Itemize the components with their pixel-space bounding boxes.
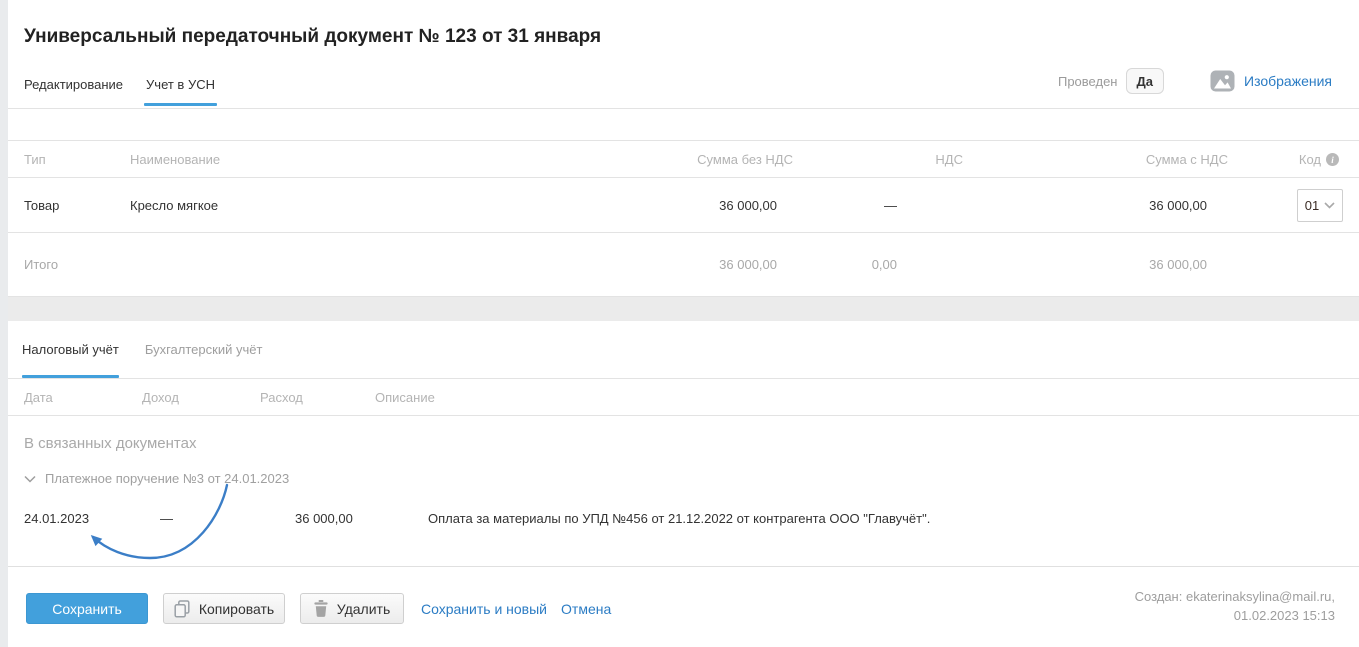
linked-doc-group-label: Платежное поручение №3 от 24.01.2023 <box>45 471 290 486</box>
item-name: Кресло мягкое <box>130 197 219 213</box>
col-sum-no-vat: Сумма без НДС <box>697 151 793 167</box>
accounting-body: В связанных документах Платежное поручен… <box>8 416 1359 566</box>
row-date: 24.01.2023 <box>24 511 90 526</box>
images-icon <box>1210 70 1235 92</box>
row-description: Оплата за материалы по УПД №456 от 21.12… <box>428 511 931 526</box>
col-type: Тип <box>24 151 46 167</box>
items-total-row: Итого 36 000,00 0,00 36 000,00 <box>8 233 1359 297</box>
item-vat: — <box>884 197 897 213</box>
tab-usn-accounting[interactable]: Учет в УСН <box>144 77 217 108</box>
created-datetime: 01.02.2023 15:13 <box>1233 608 1335 623</box>
footer-buttons: Сохранить Копировать Удалить Сохранить и… <box>26 593 611 624</box>
linked-docs-title: В связанных документах <box>24 435 197 452</box>
document-tabs: Редактирование Учет в УСН <box>24 77 217 108</box>
code-dropdown[interactable]: 01 <box>1297 188 1343 222</box>
linked-doc-group-toggle[interactable]: Платежное поручение №3 от 24.01.2023 <box>24 471 289 486</box>
item-code-cell: 01 <box>1228 188 1343 222</box>
row-income: — <box>160 511 173 526</box>
col-code: Код i <box>1228 152 1343 167</box>
tab-book-accounting[interactable]: Бухгалтерский учёт <box>145 321 263 378</box>
trash-icon <box>314 600 328 617</box>
chevron-down-icon <box>24 475 36 483</box>
page-title: Универсальный передаточный документ № 12… <box>24 26 602 47</box>
total-vat: 0,00 <box>871 257 897 272</box>
save-button[interactable]: Сохранить <box>26 593 148 624</box>
images-link-label: Изображения <box>1244 73 1332 89</box>
tab-editing[interactable]: Редактирование <box>24 77 123 108</box>
total-sum-no-vat: 36 000,00 <box>719 257 777 272</box>
images-link[interactable]: Изображения <box>1210 70 1332 92</box>
info-icon[interactable]: i <box>1326 153 1339 166</box>
document-page: Универсальный передаточный документ № 12… <box>8 0 1359 647</box>
total-sum-with-vat: 36 000,00 <box>1149 257 1207 272</box>
item-type: Товар <box>24 197 60 213</box>
col-description: Описание <box>375 389 435 405</box>
col-vat: НДС <box>935 151 963 167</box>
accounting-tabs: Налоговый учёт Бухгалтерский учёт <box>8 321 1359 379</box>
action-bar: Сохранить Копировать Удалить Сохранить и… <box>8 566 1359 647</box>
delete-button[interactable]: Удалить <box>300 593 404 624</box>
copy-button[interactable]: Копировать <box>163 593 285 624</box>
code-dropdown-value: 01 <box>1304 197 1320 213</box>
item-sum-with-vat: 36 000,00 <box>1149 197 1207 213</box>
item-row: Товар Кресло мягкое 36 000,00 — 36 000,0… <box>8 178 1359 233</box>
chevron-down-icon <box>1324 201 1335 209</box>
created-author: Создан: ekaterinaksylina@mail.ru, <box>1134 589 1335 604</box>
posted-toggle[interactable]: Да <box>1125 68 1164 94</box>
col-expense: Расход <box>260 389 303 405</box>
created-info: Создан: ekaterinaksylina@mail.ru, 01.02.… <box>1135 587 1335 625</box>
col-date: Дата <box>24 389 53 405</box>
save-and-new-link[interactable]: Сохранить и новый <box>421 601 547 617</box>
document-header: Универсальный передаточный документ № 12… <box>8 0 1359 109</box>
accounting-table-header: Дата Доход Расход Описание <box>8 379 1359 416</box>
cancel-link[interactable]: Отмена <box>561 601 611 617</box>
delete-button-label: Удалить <box>336 600 391 617</box>
posted-label: Проведен <box>1057 73 1118 89</box>
total-label: Итого <box>24 257 59 272</box>
header-actions: Проведен Да Изображения <box>1058 68 1332 94</box>
copy-icon <box>174 599 190 618</box>
row-expense: 36 000,00 <box>295 511 353 526</box>
section-divider <box>8 297 1359 321</box>
item-sum-no-vat: 36 000,00 <box>719 197 777 213</box>
col-income: Доход <box>142 389 179 405</box>
col-name: Наименование <box>130 151 221 167</box>
items-table-header: Тип Наименование Сумма без НДС НДС Сумма… <box>8 140 1359 178</box>
accounting-row: 24.01.2023 — 36 000,00 Оплата за материа… <box>8 511 1359 526</box>
col-sum-with-vat: Сумма с НДС <box>1145 151 1228 167</box>
tab-tax-accounting[interactable]: Налоговый учёт <box>22 321 119 378</box>
copy-button-label: Копировать <box>198 600 275 617</box>
